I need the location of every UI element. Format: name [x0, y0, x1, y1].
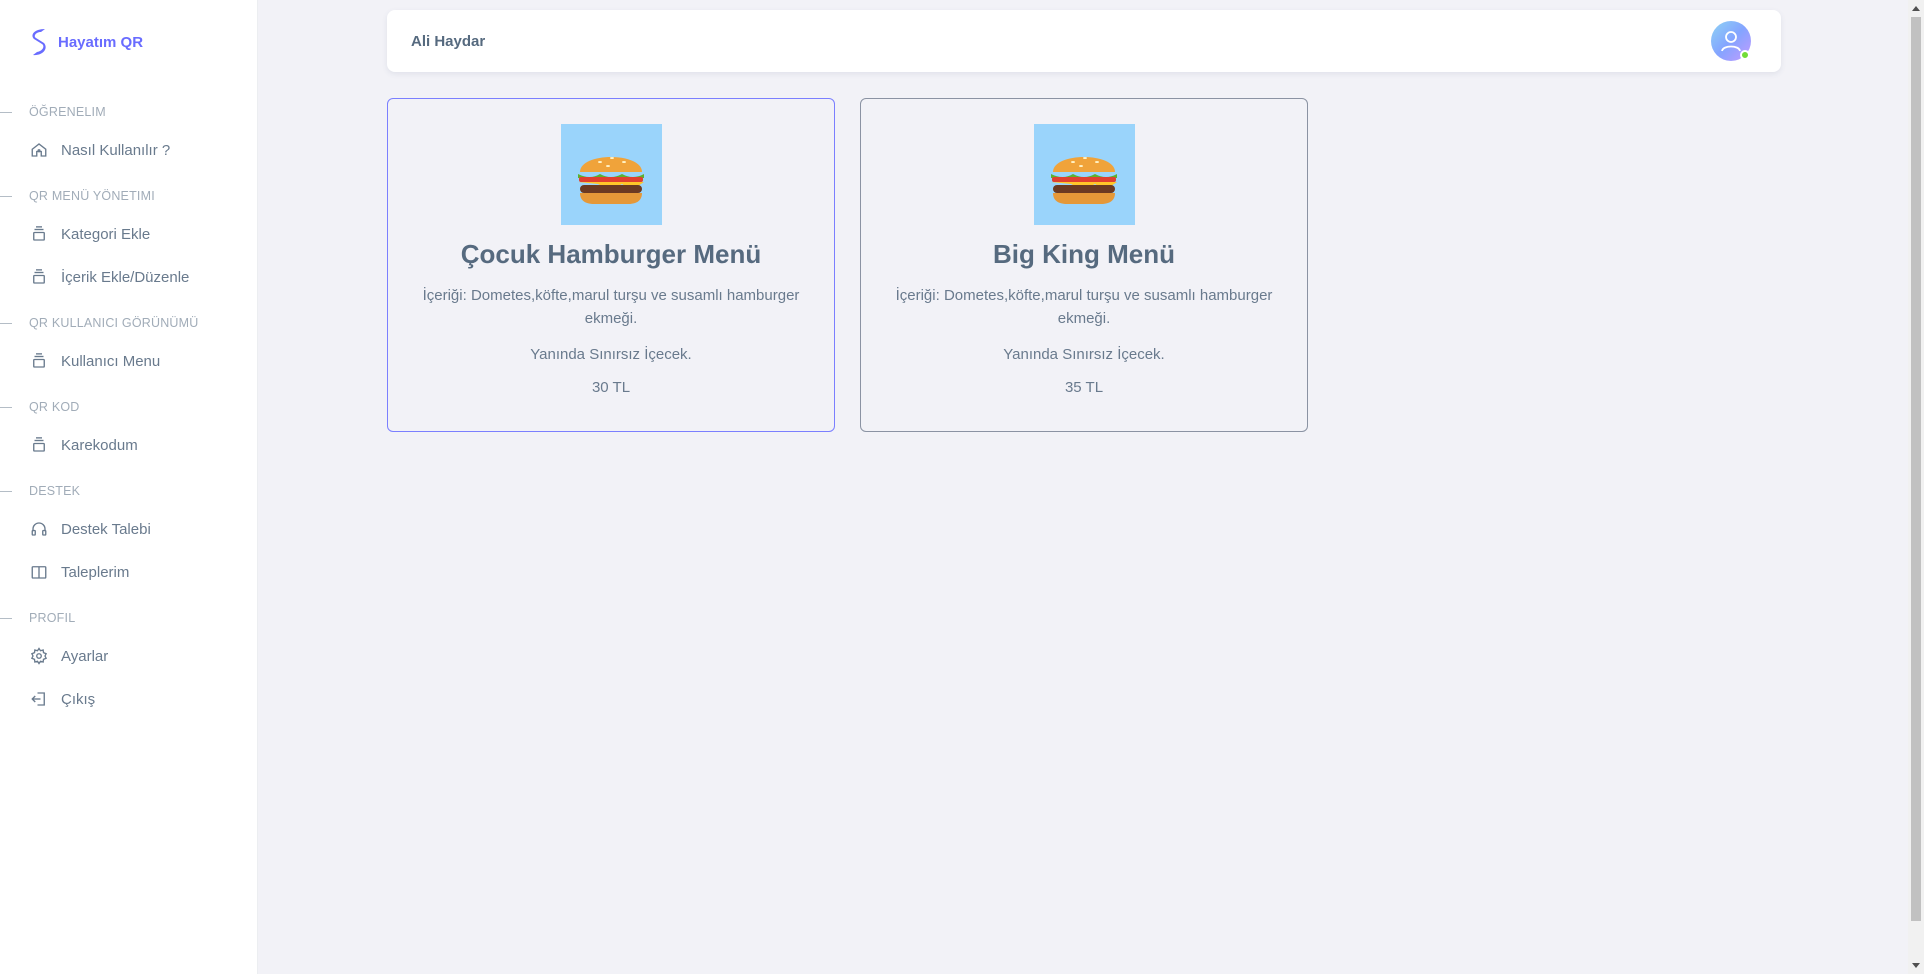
sidebar-item-label: Nasıl Kullanılır ? [61, 141, 171, 159]
sidebar-item-support-request[interactable]: Destek Talebi [20, 509, 247, 549]
card-title: Çocuk Hamburger Menü [460, 239, 762, 269]
logout-icon [29, 689, 49, 709]
scroll-down-icon[interactable] [1912, 963, 1920, 968]
section-header-user-view: QR KULLANICI GÖRÜNÜMÜ [0, 311, 257, 335]
section-header-learn: ÖĞRENELIM [0, 100, 257, 124]
sidebar-item-my-requests[interactable]: Taleplerim [20, 552, 247, 592]
gear-icon [29, 646, 49, 666]
card-description: İçeriği: Dometes,köfte,marul turşu ve su… [895, 287, 1273, 327]
sidebar-item-label: Çıkış [61, 690, 96, 708]
card-price: 35 TL [1064, 379, 1104, 396]
sidebar-item-label: Ayarlar [61, 647, 109, 665]
card-price: 30 TL [591, 379, 631, 396]
sidebar-item-label: Taleplerim [61, 563, 130, 581]
hamburger-icon [560, 124, 662, 225]
sidebar-item-label: Kullanıcı Menu [61, 352, 161, 370]
online-status-badge [1740, 50, 1750, 60]
card-extra: Yanında Sınırsız İçecek. [530, 346, 692, 363]
user-avatar-icon[interactable] [1711, 21, 1751, 61]
sidebar-item-label: Destek Talebi [61, 520, 151, 538]
hamburger-icon [1033, 124, 1135, 225]
section-header-menu-management: QR MENÜ YÖNETIMI [0, 184, 257, 208]
sidebar-item-label: Karekodum [61, 436, 138, 454]
sidebar-item-my-qr-code[interactable]: Karekodum [20, 425, 247, 465]
scrollbar-thumb[interactable] [1911, 17, 1921, 921]
sidebar: Hayatım QR ÖĞRENELIM Nasıl Kullanılır ? … [0, 0, 258, 974]
home-icon [29, 140, 49, 160]
brand[interactable]: Hayatım QR [0, 0, 257, 84]
layers-icon [29, 224, 49, 244]
brand-logo-icon [28, 27, 50, 57]
page-scrollbar[interactable] [1908, 0, 1924, 974]
layers-icon [29, 267, 49, 287]
card-extra: Yanında Sınırsız İçecek. [1003, 346, 1165, 363]
section-header-support: DESTEK [0, 479, 257, 503]
sidebar-item-settings[interactable]: Ayarlar [20, 636, 247, 676]
sidebar-item-label: İçerik Ekle/Düzenle [61, 268, 190, 286]
layers-icon [29, 351, 49, 371]
menu-card[interactable]: Big King Menü İçeriği: Dometes,köfte,mar… [860, 98, 1308, 432]
headphones-icon [29, 519, 49, 539]
menu-card[interactable]: Çocuk Hamburger Menü İçeriği: Dometes,kö… [387, 98, 835, 432]
card-title: Big King Menü [993, 239, 1175, 269]
sidebar-item-how-to-use[interactable]: Nasıl Kullanılır ? [20, 130, 247, 170]
scroll-up-icon[interactable] [1912, 6, 1920, 11]
section-header-profile: PROFIL [0, 606, 257, 630]
brand-name: Hayatım QR [58, 33, 144, 51]
card-description: İçeriği: Dometes,köfte,marul turşu ve su… [422, 287, 800, 327]
section-header-qr-code: QR KOD [0, 395, 257, 419]
navbar-user-name: Ali Haydar [411, 32, 486, 50]
book-icon [29, 562, 49, 582]
sidebar-item-user-menu[interactable]: Kullanıcı Menu [20, 341, 247, 381]
sidebar-item-label: Kategori Ekle [61, 225, 151, 243]
sidebar-item-add-category[interactable]: Kategori Ekle [20, 214, 247, 254]
sidebar-item-edit-content[interactable]: İçerik Ekle/Düzenle [20, 257, 247, 297]
layers-icon [29, 435, 49, 455]
top-navbar: Ali Haydar [387, 10, 1781, 72]
sidebar-item-logout[interactable]: Çıkış [20, 679, 247, 719]
